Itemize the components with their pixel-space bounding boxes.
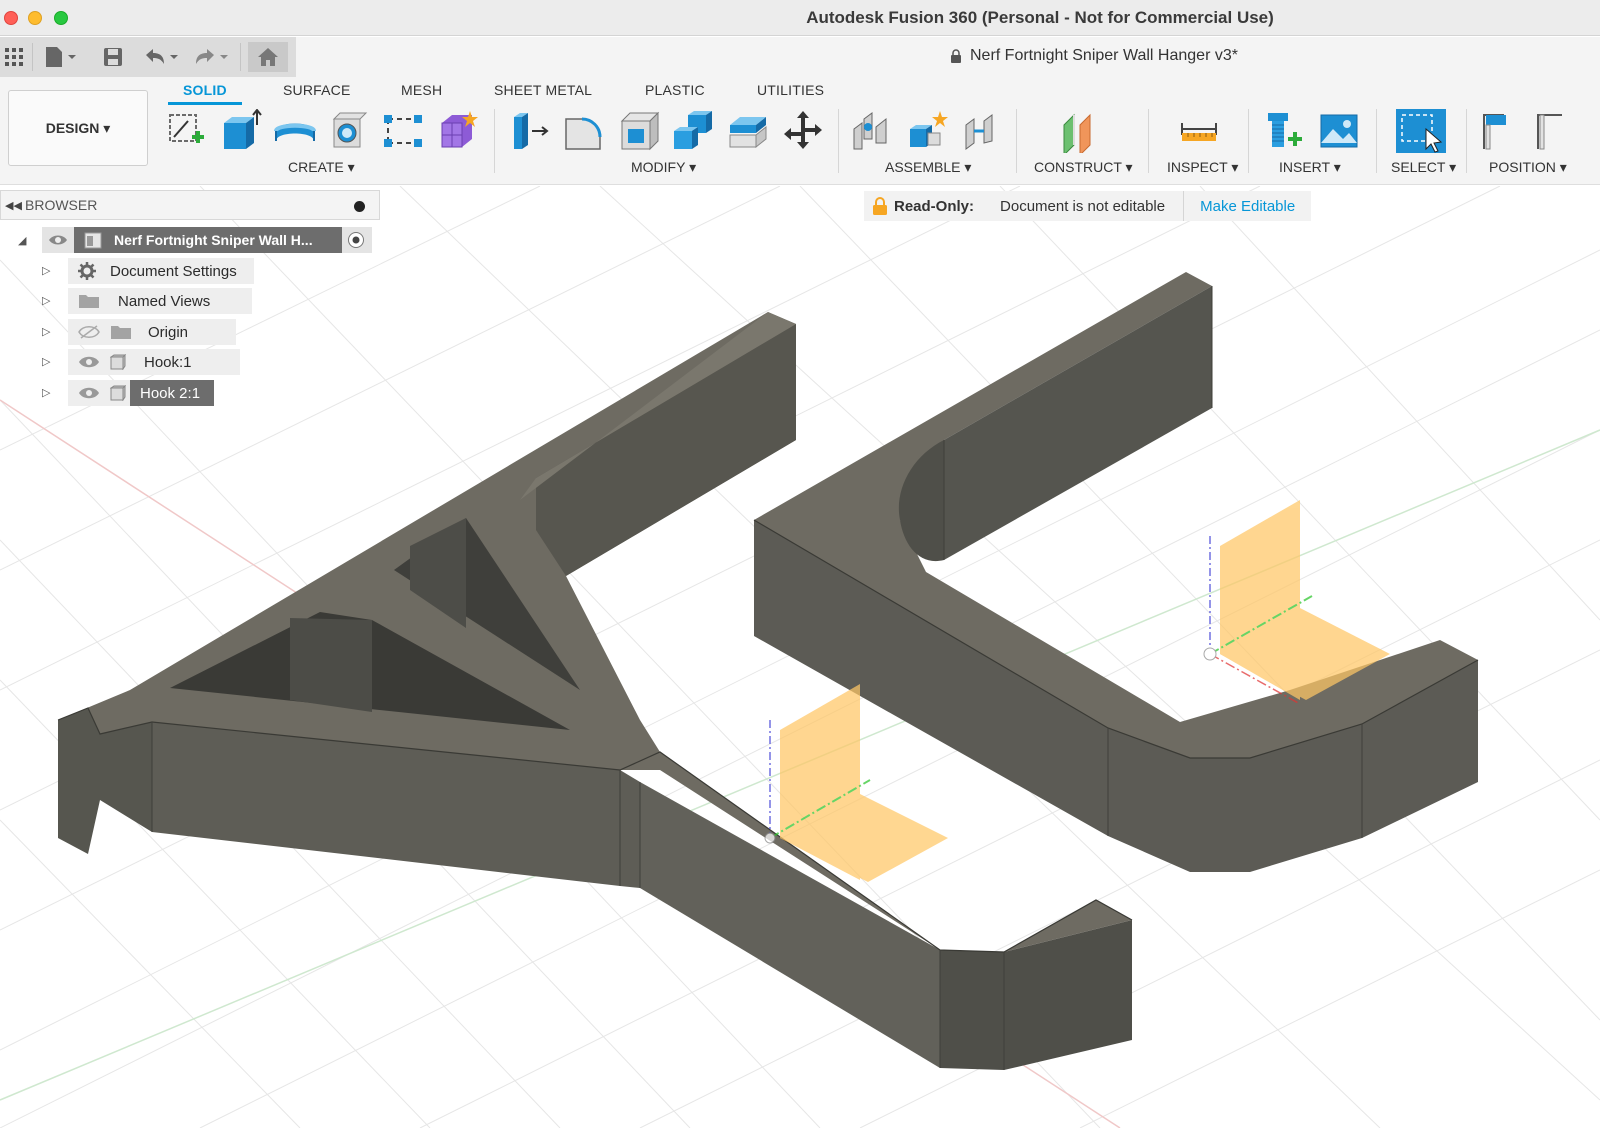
fillet-icon[interactable] <box>562 109 604 153</box>
move-icon[interactable] <box>782 109 824 153</box>
inspect-menu[interactable]: INSPECT ▾ <box>1167 159 1238 176</box>
undo-icon[interactable] <box>142 46 182 68</box>
expand-icon[interactable]: ▷ <box>42 325 50 338</box>
joint-icon[interactable] <box>850 109 892 153</box>
tab-utilities[interactable]: UTILITIES <box>757 82 824 98</box>
read-only-title: Read-Only: <box>894 197 975 215</box>
document-tab[interactable] <box>296 37 1600 77</box>
item-label: Hook 2:1 <box>140 384 201 402</box>
zoom-window-button[interactable] <box>54 11 68 25</box>
expand-icon[interactable]: ▷ <box>42 264 50 277</box>
read-only-text: Document is not editable <box>1000 197 1166 215</box>
active-tab-indicator <box>168 102 242 105</box>
offset-plane-icon[interactable] <box>1060 109 1102 153</box>
quick-access-bar <box>0 37 1600 77</box>
save-icon[interactable] <box>102 46 124 68</box>
read-only-message: Read-Only: Document is not editable <box>864 191 1184 221</box>
insert-mcmaster-icon[interactable] <box>1264 109 1306 153</box>
tab-plastic[interactable]: PLASTIC <box>645 82 705 98</box>
ribbon-toolbar: DESIGN ▾ SOLID SURFACE MESH SHEET METAL … <box>0 77 1600 185</box>
browser-root-node[interactable]: ◢ Nerf Fortnight Sniper Wall H... <box>18 227 372 253</box>
select-menu[interactable]: SELECT ▾ <box>1391 159 1456 176</box>
window-title-bar: Autodesk Fusion 360 (Personal - Not for … <box>0 0 1600 36</box>
root-label: Nerf Fortnight Sniper Wall H... <box>114 232 313 248</box>
activate-radio-icon[interactable] <box>347 231 365 249</box>
minimize-window-button[interactable] <box>28 11 42 25</box>
item-label: Hook:1 <box>144 353 192 371</box>
workspace-switcher[interactable]: DESIGN ▾ <box>8 90 148 166</box>
home-icon[interactable] <box>248 42 288 72</box>
shell-icon[interactable] <box>618 109 660 153</box>
create-menu[interactable]: CREATE ▾ <box>288 159 355 176</box>
browser-title: BROWSER <box>25 197 98 213</box>
tab-solid[interactable]: SOLID <box>183 82 227 98</box>
press-pull-icon[interactable] <box>508 109 550 153</box>
tab-sheet-metal[interactable]: SHEET METAL <box>494 82 592 98</box>
insert-image-icon[interactable] <box>1318 109 1360 153</box>
gear-icon <box>78 262 96 280</box>
visibility-eye-icon[interactable] <box>78 386 100 400</box>
position-extra-icon[interactable] <box>1534 109 1564 153</box>
app-title: Autodesk Fusion 360 (Personal - Not for … <box>806 8 1274 27</box>
item-label: Named Views <box>118 292 211 310</box>
extrude-icon[interactable] <box>220 109 262 153</box>
expand-root-icon[interactable]: ◢ <box>18 234 26 247</box>
measure-icon[interactable] <box>1178 109 1220 153</box>
visibility-eye-icon[interactable] <box>48 234 68 246</box>
folder-icon <box>79 295 99 308</box>
tab-surface[interactable]: SURFACE <box>283 82 351 98</box>
grid-icon[interactable] <box>4 46 24 68</box>
read-only-banner: Read-Only: Document is not editable Make… <box>864 191 1312 221</box>
visibility-eye-icon[interactable] <box>78 355 100 369</box>
new-component-icon[interactable] <box>906 109 948 153</box>
model-canvas[interactable] <box>0 186 1600 1128</box>
folder-icon <box>111 326 131 339</box>
insert-menu[interactable]: INSERT ▾ <box>1279 159 1341 176</box>
item-label: Document Settings <box>110 262 237 280</box>
redo-icon[interactable] <box>192 46 232 68</box>
lock-icon <box>951 49 961 63</box>
item-label: Origin <box>148 323 189 341</box>
combine-icon[interactable] <box>672 109 714 153</box>
select-icon[interactable] <box>1396 109 1446 153</box>
document-title: Nerf Fortnight Sniper Wall Hanger v3* <box>950 47 1238 65</box>
component-icon <box>110 385 126 401</box>
component-icon <box>110 354 126 370</box>
hole-icon[interactable] <box>328 109 370 153</box>
position-menu[interactable]: POSITION ▾ <box>1489 159 1567 176</box>
make-editable-link[interactable]: Make Editable <box>1183 191 1312 221</box>
padlock-icon <box>873 197 887 215</box>
document-icon <box>84 232 102 249</box>
browser-minimize-icon[interactable] <box>354 201 365 212</box>
design-viewport[interactable] <box>0 186 1600 1128</box>
expand-icon[interactable]: ▷ <box>42 355 50 368</box>
position-icon[interactable] <box>1480 109 1522 153</box>
offset-face-icon[interactable] <box>726 109 768 153</box>
browser-header: ◀◀ BROWSER <box>0 190 380 220</box>
hidden-eye-icon[interactable] <box>78 325 100 339</box>
modify-menu[interactable]: MODIFY ▾ <box>631 159 696 176</box>
pattern-icon[interactable] <box>382 109 424 153</box>
create-sketch-icon[interactable] <box>164 109 206 153</box>
revolve-icon[interactable] <box>274 109 316 153</box>
hook-2-body[interactable] <box>753 272 1479 872</box>
document-title-text: Nerf Fortnight Sniper Wall Hanger v3* <box>970 47 1238 64</box>
tab-mesh[interactable]: MESH <box>401 82 442 98</box>
file-icon[interactable] <box>44 46 80 68</box>
close-window-button[interactable] <box>4 11 18 25</box>
as-built-joint-icon[interactable] <box>960 109 1002 153</box>
assemble-menu[interactable]: ASSEMBLE ▾ <box>885 159 971 176</box>
collapse-browser-icon[interactable]: ◀◀ <box>5 199 25 212</box>
construct-menu[interactable]: CONSTRUCT ▾ <box>1034 159 1133 176</box>
expand-icon[interactable]: ▷ <box>42 386 50 399</box>
create-form-icon[interactable] <box>438 109 480 153</box>
expand-icon[interactable]: ▷ <box>42 294 50 307</box>
selected-item-highlight: Hook 2:1 <box>130 380 214 406</box>
